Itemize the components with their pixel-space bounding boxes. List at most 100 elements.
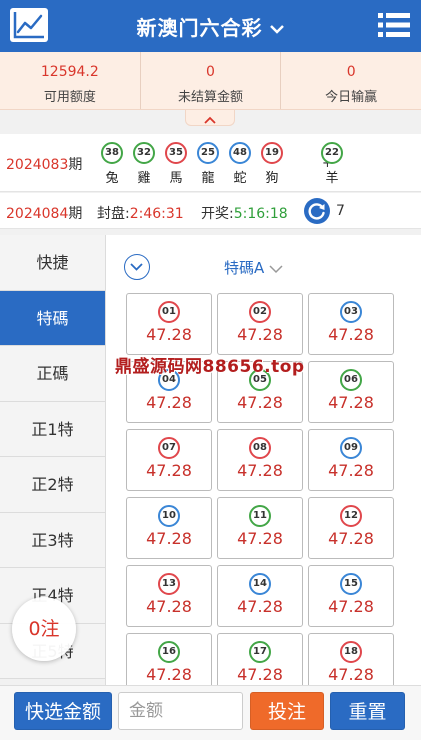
chevron-down-circle-icon[interactable]: [124, 254, 150, 280]
number-panel: 特碼A 01 47.28 02 47.28 03 47.28 04 47.28 05 47.28 0…: [106, 235, 421, 685]
ball-item: 35 馬: [160, 142, 192, 186]
odds-value: 47.28: [328, 325, 374, 344]
zodiac-label: 羊: [325, 171, 339, 186]
chevron-down-icon: [268, 260, 284, 278]
available-credit-value: 12594.2: [40, 64, 99, 80]
lottery-ball: 09: [340, 437, 362, 459]
ball-item: 38 兔: [96, 142, 128, 186]
odds-value: 47.28: [328, 393, 374, 412]
number-cell[interactable]: 06 47.28: [308, 361, 394, 423]
lottery-ball: 35: [165, 142, 187, 164]
odds-value: 47.28: [146, 529, 192, 548]
odds-value: 47.28: [328, 461, 374, 480]
bottom-action-bar: 快选金额 投注 重置: [0, 685, 421, 740]
refresh-countdown: 7: [336, 203, 345, 219]
ball-item: 19 狗: [256, 142, 288, 186]
odds-value: 47.28: [237, 665, 283, 684]
odds-value: 47.28: [146, 393, 192, 412]
number-cell[interactable]: 02 47.28: [217, 293, 303, 355]
chevron-down-icon: [269, 16, 285, 40]
number-cell[interactable]: 15 47.28: [308, 565, 394, 627]
number-cell[interactable]: 07 47.28: [126, 429, 212, 491]
odds-value: 47.28: [237, 529, 283, 548]
lottery-ball: 25: [197, 142, 219, 164]
lottery-ball: 38: [101, 142, 123, 164]
number-cell[interactable]: 17 47.28: [217, 633, 303, 685]
available-credit: 12594.2 可用额度: [0, 52, 141, 109]
last-draw-balls: 38 兔 32 雞 35 馬 25 龍 48 蛇 19 狗: [96, 142, 288, 186]
close-time: 封盘:2:46:31: [97, 206, 184, 222]
lottery-ball: 07: [158, 437, 180, 459]
special-ball: 22 羊: [316, 142, 348, 186]
balance-bar: 12594.2 可用额度 0 未结算金额 0 今日输赢: [0, 52, 421, 110]
sidebar-item[interactable]: 正1特: [0, 401, 105, 457]
odds-value: 47.28: [146, 665, 192, 684]
number-cell[interactable]: 03 47.28: [308, 293, 394, 355]
next-draw-row: 2024084期 封盘:2:46:31 开奖:5:16:18 7: [0, 193, 421, 229]
odds-value: 47.28: [146, 325, 192, 344]
play-type-selector[interactable]: 特碼A: [224, 257, 284, 278]
number-cell[interactable]: 10 47.28: [126, 497, 212, 559]
sidebar-item[interactable]: 快捷: [0, 235, 105, 291]
open-time: 开奖:5:16:18: [201, 206, 288, 222]
odds-value: 47.28: [328, 597, 374, 616]
number-cell[interactable]: 14 47.28: [217, 565, 303, 627]
lottery-ball: 17: [249, 641, 271, 663]
last-draw-row: 2024083期 38 兔 32 雞 35 馬 25 龍 48 蛇 19 狗 + 22 羊: [0, 134, 421, 192]
app-header: 新澳门六合彩: [0, 0, 421, 52]
zodiac-label: 兔: [105, 171, 119, 186]
today-profit: 0 今日输赢: [281, 52, 421, 109]
lottery-ball: 15: [340, 573, 362, 595]
zodiac-label: 馬: [169, 171, 183, 186]
odds-value: 47.28: [146, 461, 192, 480]
lottery-ball: 19: [261, 142, 283, 164]
page-title: 新澳门六合彩: [136, 16, 263, 40]
odds-value: 47.28: [237, 597, 283, 616]
odds-value: 47.28: [237, 393, 283, 412]
sidebar-item[interactable]: 正碼: [0, 346, 105, 402]
collapse-toggle[interactable]: [185, 110, 235, 126]
available-credit-label: 可用额度: [43, 90, 96, 105]
number-cell[interactable]: 18 47.28: [308, 633, 394, 685]
number-cell[interactable]: 01 47.28: [126, 293, 212, 355]
sidebar-item[interactable]: 特碼: [0, 290, 105, 346]
lottery-ball: 12: [340, 505, 362, 527]
ball-item: 32 雞: [128, 142, 160, 186]
watermark-text: 鼎盛源码网88656.top: [115, 357, 305, 377]
number-cell[interactable]: 13 47.28: [126, 565, 212, 627]
amount-input[interactable]: [118, 692, 243, 730]
unsettled-amount-value: 0: [206, 64, 215, 80]
odds-value: 47.28: [237, 325, 283, 344]
lottery-ball: 10: [158, 505, 180, 527]
number-cell[interactable]: 08 47.28: [217, 429, 303, 491]
ball-item: 48 蛇: [224, 142, 256, 186]
odds-value: 47.28: [328, 529, 374, 548]
lottery-ball: 01: [158, 301, 180, 323]
unsettled-amount-label: 未结算金额: [178, 90, 244, 105]
lottery-ball: 22: [321, 142, 343, 164]
chevron-up-icon: [204, 116, 216, 124]
number-cell[interactable]: 16 47.28: [126, 633, 212, 685]
number-cell[interactable]: 11 47.28: [217, 497, 303, 559]
odds-value: 47.28: [328, 665, 374, 684]
bet-count-badge[interactable]: 0注: [12, 597, 76, 661]
lottery-ball: 02: [249, 301, 271, 323]
lottery-ball: 16: [158, 641, 180, 663]
menu-list-icon[interactable]: [377, 9, 411, 41]
today-profit-value: 0: [346, 64, 356, 80]
number-cell[interactable]: 12 47.28: [308, 497, 394, 559]
sidebar-item[interactable]: 正2特: [0, 457, 105, 513]
sidebar-item[interactable]: 正3特: [0, 512, 105, 568]
number-cell[interactable]: 09 47.28: [308, 429, 394, 491]
zodiac-label: 狗: [265, 171, 279, 186]
zodiac-label: 蛇: [233, 171, 247, 186]
refresh-icon[interactable]: [304, 198, 330, 224]
lottery-ball: 08: [249, 437, 271, 459]
lottery-ball: 11: [249, 505, 271, 527]
lottery-ball: 14: [249, 573, 271, 595]
place-bet-button[interactable]: 投注: [250, 692, 324, 730]
ball-item: 25 龍: [192, 142, 224, 186]
lottery-title-dropdown[interactable]: 新澳门六合彩: [0, 12, 421, 41]
quick-amount-button[interactable]: 快选金额: [14, 692, 112, 730]
reset-button[interactable]: 重置: [330, 692, 405, 730]
